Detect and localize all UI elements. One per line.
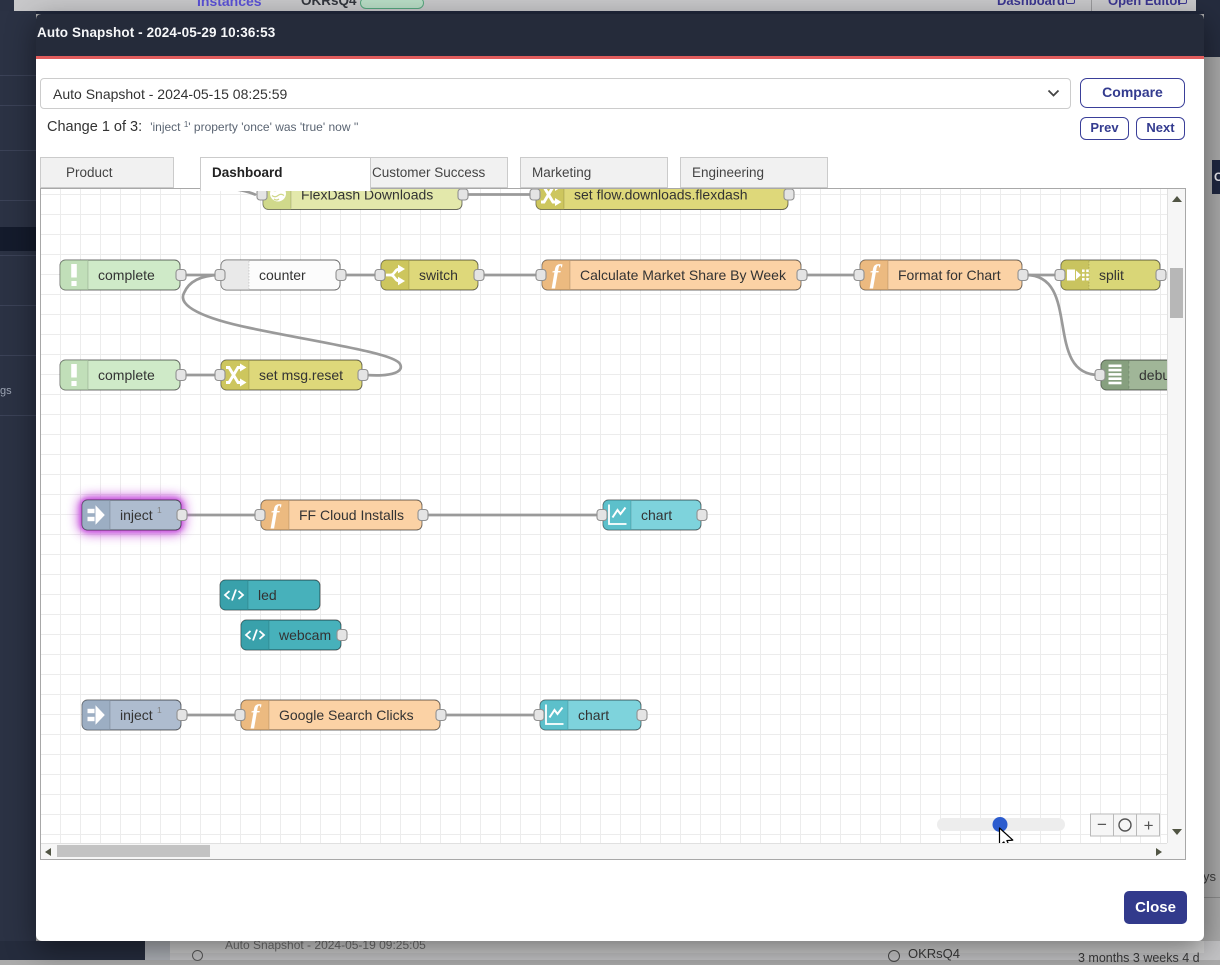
- svg-text:Calculate Market Share By Week: Calculate Market Share By Week: [580, 267, 787, 283]
- svg-text:1: 1: [157, 505, 162, 515]
- svg-text:led: led: [258, 587, 277, 603]
- svg-text:debug: debug: [1139, 367, 1167, 383]
- svg-text:inject: inject: [120, 507, 153, 523]
- svg-text:1: 1: [157, 705, 162, 715]
- svg-text:complete: complete: [98, 267, 155, 283]
- svg-text:chart: chart: [578, 707, 609, 723]
- svg-text:set msg.reset: set msg.reset: [259, 367, 343, 383]
- svg-text:Google Search Clicks: Google Search Clicks: [279, 707, 414, 723]
- svg-text:webcam: webcam: [278, 627, 331, 643]
- svg-text:set flow.downloads.flexdash: set flow.downloads.flexdash: [574, 189, 748, 203]
- svg-text:−: −: [1097, 815, 1107, 834]
- svg-text:chart: chart: [641, 507, 672, 523]
- svg-text:split: split: [1099, 267, 1124, 283]
- svg-text:Format for Chart: Format for Chart: [898, 267, 1001, 283]
- svg-text:complete: complete: [98, 367, 155, 383]
- svg-text:FlexDash Downloads: FlexDash Downloads: [301, 189, 433, 203]
- svg-text:FF Cloud Installs: FF Cloud Installs: [299, 507, 404, 523]
- svg-text:+: +: [1144, 816, 1154, 835]
- svg-text:counter: counter: [259, 267, 306, 283]
- svg-text:inject: inject: [120, 707, 153, 723]
- svg-text:switch: switch: [419, 267, 458, 283]
